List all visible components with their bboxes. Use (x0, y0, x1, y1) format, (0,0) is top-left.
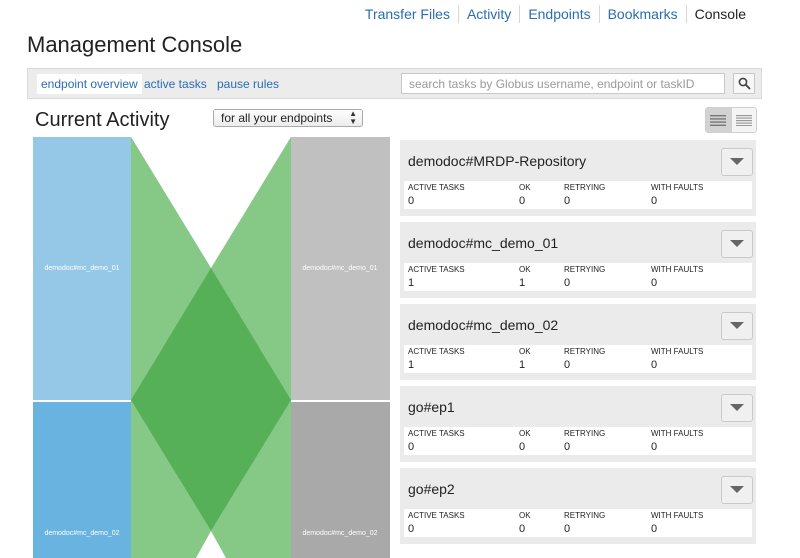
stat-faults: 0 (651, 195, 658, 207)
stat-label-retrying: RETRYING (564, 429, 606, 438)
search-tasks-input[interactable] (401, 73, 725, 94)
stat-active-tasks: 1 (408, 277, 415, 289)
stat-label-ok: OK (519, 347, 531, 356)
flow-label-right-bottom: demodoc#mc_demo_02 (302, 530, 377, 537)
nav-transfer-files[interactable]: Transfer Files (357, 5, 458, 23)
endpoint-name: demodoc#mc_demo_01 (408, 235, 559, 251)
caret-down-icon (730, 404, 744, 411)
caret-down-icon (730, 240, 744, 247)
current-activity-title: Current Activity (35, 109, 170, 131)
nav-bookmarks[interactable]: Bookmarks (598, 5, 686, 23)
stat-label-retrying: RETRYING (564, 265, 606, 274)
stat-label-ok: OK (519, 429, 531, 438)
tab-pause-rules[interactable]: pause rules (213, 74, 283, 94)
stat-ok: 1 (519, 359, 526, 371)
endpoint-card: demodoc#mc_demo_01 ACTIVE TASKS 1 OK 1 RET… (400, 222, 756, 298)
top-nav: Transfer Files Activity Endpoints Bookma… (357, 4, 754, 24)
stat-label-faults: WITH FAULTS (651, 265, 704, 274)
endpoint-expand-button[interactable] (721, 230, 753, 258)
stat-label-active: ACTIVE TASKS (408, 265, 465, 274)
endpoint-expand-button[interactable] (721, 476, 753, 504)
list-view-icon (710, 114, 727, 126)
view-compact-button[interactable] (730, 108, 756, 132)
endpoint-card: go#ep1 ACTIVE TASKS 0 OK 0 RETRYING 0 WITH … (400, 386, 756, 462)
stat-faults: 0 (651, 359, 658, 371)
endpoint-stats: ACTIVE TASKS 0 OK 0 RETRYING 0 WITH FAULTS 0 (404, 509, 752, 537)
stat-label-retrying: RETRYING (564, 347, 606, 356)
stat-retrying: 0 (564, 523, 571, 535)
nav-endpoints[interactable]: Endpoints (519, 5, 598, 23)
stat-label-ok: OK (519, 265, 531, 274)
endpoint-card: demodoc#mc_demo_02 ACTIVE TASKS 1 OK 1 RET… (400, 304, 756, 380)
stat-label-faults: WITH FAULTS (651, 347, 704, 356)
stat-faults: 0 (651, 277, 658, 289)
magnifier-icon (738, 77, 750, 90)
stat-label-retrying: RETRYING (564, 511, 606, 520)
stat-label-faults: WITH FAULTS (651, 183, 704, 192)
stat-active-tasks: 0 (408, 523, 415, 535)
stat-active-tasks: 0 (408, 195, 415, 207)
stat-ok: 0 (519, 195, 526, 207)
view-toggle (705, 107, 757, 133)
stat-active-tasks: 1 (408, 359, 415, 371)
flow-label-right-top: demodoc#mc_demo_01 (302, 265, 377, 272)
stat-label-retrying: RETRYING (564, 183, 606, 192)
stat-label-ok: OK (519, 511, 531, 520)
endpoint-name: go#ep1 (408, 399, 455, 415)
tab-endpoint-overview[interactable]: endpoint overview (37, 74, 142, 94)
view-list-button[interactable] (706, 108, 731, 132)
stat-label-faults: WITH FAULTS (651, 511, 704, 520)
stat-ok: 0 (519, 523, 526, 535)
flow-label-left-bottom: demodoc#mc_demo_02 (44, 530, 119, 537)
endpoint-name: go#ep2 (408, 481, 455, 497)
endpoint-filter-select[interactable]: for all your endpoints ▲ ▼ (213, 109, 363, 127)
stat-faults: 0 (651, 441, 658, 453)
stat-label-active: ACTIVE TASKS (408, 347, 465, 356)
stat-label-ok: OK (519, 183, 531, 192)
stat-retrying: 0 (564, 441, 571, 453)
endpoint-stats: ACTIVE TASKS 0 OK 0 RETRYING 0 WITH FAULTS 0 (404, 427, 752, 455)
endpoint-expand-button[interactable] (721, 148, 753, 176)
compact-view-icon (735, 114, 752, 126)
nav-activity[interactable]: Activity (457, 5, 519, 23)
stat-label-faults: WITH FAULTS (651, 429, 704, 438)
endpoint-expand-button[interactable] (721, 312, 753, 340)
flow-label-left-top: demodoc#mc_demo_01 (44, 265, 119, 272)
stat-label-active: ACTIVE TASKS (408, 429, 465, 438)
stat-label-active: ACTIVE TASKS (408, 511, 465, 520)
stat-retrying: 0 (564, 195, 571, 207)
search-button[interactable] (733, 73, 755, 94)
caret-down-icon (730, 322, 744, 329)
caret-down-icon (730, 158, 744, 165)
endpoint-name: demodoc#MRDP-Repository (408, 153, 587, 169)
stat-faults: 0 (651, 523, 658, 535)
caret-down-icon (730, 486, 744, 493)
endpoint-card: demodoc#MRDP-Repository ACTIVE TASKS 0 OK… (400, 140, 756, 216)
endpoint-stats: ACTIVE TASKS 1 OK 1 RETRYING 0 WITH FAULTS 0 (404, 263, 752, 291)
stat-retrying: 0 (564, 359, 571, 371)
console-tab-bar: endpoint overview active tasks pause rul… (27, 68, 762, 99)
endpoint-stats: ACTIVE TASKS 1 OK 1 RETRYING 0 WITH FAULTS 0 (404, 345, 752, 373)
stat-ok: 0 (519, 441, 526, 453)
stat-ok: 1 (519, 277, 526, 289)
stat-label-active: ACTIVE TASKS (408, 183, 465, 192)
endpoint-stats: ACTIVE TASKS 0 OK 0 RETRYING 0 WITH FAULTS 0 (404, 181, 752, 209)
tab-active-tasks[interactable]: active tasks (140, 74, 211, 94)
transfer-flow-diagram: demodoc#mc_demo_01 demodoc#mc_demo_02 de… (33, 137, 390, 558)
endpoint-expand-button[interactable] (721, 394, 753, 422)
endpoint-filter-value: for all your endpoints (221, 111, 333, 125)
stat-active-tasks: 0 (408, 441, 415, 453)
select-arrows-icon: ▲ ▼ (349, 109, 357, 126)
endpoint-card: go#ep2 ACTIVE TASKS 0 OK 0 RETRYING 0 WITH … (400, 468, 756, 544)
endpoint-name: demodoc#mc_demo_02 (408, 317, 559, 333)
nav-console[interactable]: Console (685, 5, 754, 23)
stat-retrying: 0 (564, 277, 571, 289)
page-title: Management Console (27, 32, 243, 57)
